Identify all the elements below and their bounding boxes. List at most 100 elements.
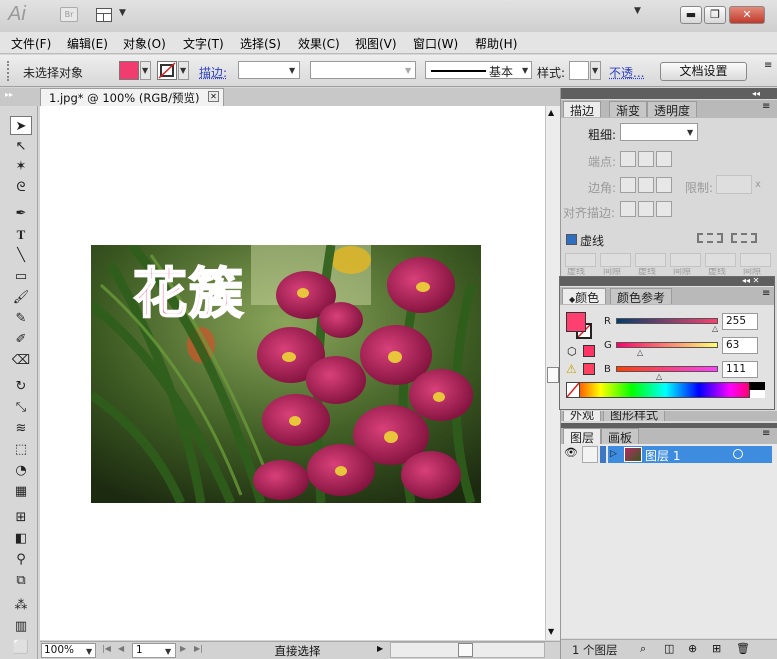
free-transform-tool-icon[interactable]: ⬚	[10, 440, 32, 459]
zoom-field[interactable]: 100% ▼	[41, 643, 96, 658]
status-menu-icon[interactable]: ▶	[377, 644, 383, 653]
gap-field-2[interactable]	[670, 253, 701, 267]
tab-artboards[interactable]: 画板	[601, 428, 640, 445]
dashed-checkbox[interactable]	[566, 234, 577, 245]
magic-wand-tool-icon[interactable]: ✶	[10, 157, 32, 176]
channel-value-b[interactable]: 111	[722, 361, 758, 378]
menu-select[interactable]: 选择(S)	[240, 35, 281, 52]
scroll-up-icon[interactable]: ▲	[548, 108, 554, 117]
grip-handle[interactable]	[7, 61, 10, 81]
panel-dock-header[interactable]	[561, 88, 777, 99]
channel-slider-r[interactable]	[616, 318, 718, 324]
none-color-button[interactable]	[566, 382, 580, 398]
maximize-button[interactable]: ❐	[704, 6, 726, 24]
panel-menu-icon[interactable]: ≡	[762, 428, 770, 439]
panel-menu-icon[interactable]: ≡	[762, 288, 770, 299]
web-safe-swatch[interactable]	[583, 345, 595, 357]
dash-field-1[interactable]	[565, 253, 596, 267]
scale-tool-icon[interactable]: ⤡	[10, 398, 32, 417]
scroll-thumb[interactable]	[547, 367, 559, 383]
gradient-tool-icon[interactable]: ◧	[10, 529, 32, 548]
type-tool-icon[interactable]: T	[10, 225, 32, 244]
variable-width-dropdown[interactable]: ▼	[310, 61, 416, 79]
slider-thumb-icon[interactable]: △	[637, 348, 643, 357]
make-clipping-mask-icon[interactable]: ◫	[664, 642, 674, 655]
tab-transparency[interactable]: 透明度	[647, 101, 698, 118]
blend-tool-icon[interactable]: ⧉	[10, 571, 32, 590]
layer-name[interactable]: 图层 1	[645, 447, 680, 464]
out-of-web-color-icon[interactable]: ⬡	[567, 345, 577, 358]
minimize-button[interactable]: ▬	[680, 6, 702, 24]
stroke-swatch[interactable]	[157, 61, 177, 80]
blob-brush-tool-icon[interactable]: ✐	[10, 330, 32, 349]
new-sublayer-icon[interactable]: ⊕	[688, 642, 697, 655]
visibility-eye-icon[interactable]: 👁	[562, 446, 580, 463]
panel-menu-icon[interactable]: ≡	[764, 60, 772, 71]
tab-appearance[interactable]: 外观	[563, 411, 602, 421]
document-tab[interactable]: 1.jpg* @ 100% (RGB/预览)	[40, 88, 224, 106]
collapse-icon[interactable]: ▸▸	[5, 90, 13, 99]
miter-join-icon[interactable]	[620, 177, 636, 193]
limit-field[interactable]	[716, 175, 752, 194]
channel-slider-b[interactable]	[616, 366, 718, 372]
dash-align-icon[interactable]	[731, 233, 757, 243]
channel-value-g[interactable]: 63	[722, 337, 758, 354]
butt-cap-icon[interactable]	[620, 151, 636, 167]
opacity-link[interactable]: 不透...	[609, 64, 644, 81]
channel-slider-g[interactable]	[616, 342, 718, 348]
out-of-gamut-warning-icon[interactable]: ⚠	[566, 362, 577, 376]
align-inside-icon[interactable]	[638, 201, 654, 217]
tab-color[interactable]: ◆颜色	[562, 288, 607, 305]
locate-object-icon[interactable]: ⌕	[640, 642, 646, 656]
menu-edit[interactable]: 编辑(E)	[67, 35, 108, 52]
menu-effect[interactable]: 效果(C)	[298, 35, 340, 52]
warp-tool-icon[interactable]: ≋	[10, 419, 32, 438]
target-icon[interactable]	[733, 449, 743, 459]
symbol-sprayer-tool-icon[interactable]: ⁂	[10, 596, 32, 615]
stroke-weight-field[interactable]: ▼	[238, 61, 300, 79]
lasso-tool-icon[interactable]: ᘓ	[10, 178, 32, 197]
rectangle-tool-icon[interactable]: ▭	[10, 267, 32, 286]
stroke-dropdown[interactable]: ▼	[178, 61, 189, 80]
style-dropdown[interactable]: ▼	[590, 61, 601, 80]
panel-menu-icon[interactable]: ≡	[762, 101, 770, 112]
direct-selection-tool-icon[interactable]: ↖	[10, 137, 32, 156]
artwork-text[interactable]: 花簇	[132, 261, 245, 326]
menu-type[interactable]: 文字(T)	[183, 35, 224, 52]
align-center-icon[interactable]	[620, 201, 636, 217]
hscroll-thumb[interactable]	[458, 643, 473, 657]
projecting-cap-icon[interactable]	[656, 151, 672, 167]
document-setup-button[interactable]: 文档设置	[660, 62, 747, 81]
fill-indicator[interactable]	[566, 312, 586, 332]
menu-view[interactable]: 视图(V)	[355, 35, 397, 52]
align-outside-icon[interactable]	[656, 201, 672, 217]
tab-gradient[interactable]: 渐变	[609, 101, 648, 118]
gap-field-1[interactable]	[600, 253, 631, 267]
page-field[interactable]: 1 ▼	[132, 643, 176, 658]
white-swatch[interactable]	[749, 390, 765, 398]
dash-field-3[interactable]	[705, 253, 736, 267]
expand-layer-icon[interactable]: ▷	[610, 449, 617, 459]
first-page-icon[interactable]: |◀	[102, 644, 111, 653]
next-page-icon[interactable]: ▶	[180, 644, 186, 653]
artboard-tool-icon[interactable]: ⬜	[10, 638, 32, 657]
slider-thumb-icon[interactable]: △	[712, 324, 718, 333]
round-join-icon[interactable]	[638, 177, 654, 193]
menu-object[interactable]: 对象(O)	[123, 35, 166, 52]
pencil-tool-icon[interactable]: ✎	[10, 309, 32, 328]
color-spectrum[interactable]	[566, 382, 765, 398]
trash-icon[interactable]: 🗑	[736, 642, 750, 655]
scroll-down-icon[interactable]: ▼	[548, 627, 554, 636]
new-layer-icon[interactable]: ⊞	[712, 642, 721, 655]
menu-window[interactable]: 窗口(W)	[413, 35, 458, 52]
tab-layers[interactable]: 图层	[563, 428, 602, 445]
paintbrush-tool-icon[interactable]: 🖌	[10, 288, 32, 307]
prev-page-icon[interactable]: ◀	[118, 644, 124, 653]
shape-builder-tool-icon[interactable]: ◔	[10, 461, 32, 480]
collapse-panels-icon[interactable]: ◂◂	[752, 88, 760, 99]
tab-color-guide[interactable]: 颜色参考	[610, 288, 673, 305]
lock-toggle[interactable]	[582, 446, 598, 463]
eraser-tool-icon[interactable]: ⌫	[10, 351, 32, 370]
close-icon[interactable]: ✕	[208, 91, 219, 102]
stroke-link[interactable]: 描边:	[199, 64, 227, 81]
